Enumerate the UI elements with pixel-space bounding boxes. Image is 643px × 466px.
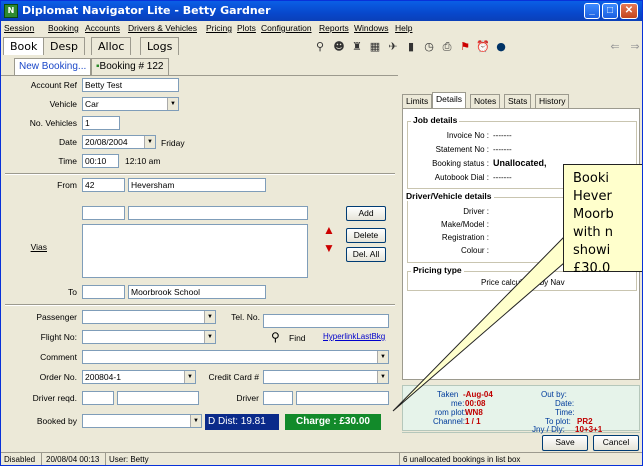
callout-line: Booki [573,171,609,186]
callout-line: £30.0 [573,261,611,276]
callout-pointer [392,235,565,412]
callout-line: with n [573,225,613,240]
main-window: N Diplomat Navigator Lite - Betty Gardne… [0,0,643,466]
callout-line: Moorb [573,207,614,222]
callout-line: Hever [573,189,612,204]
tooltip-callout: Booki Hever Moorb with n showi £30.0 [563,164,642,276]
callout-line: showi [573,243,611,258]
